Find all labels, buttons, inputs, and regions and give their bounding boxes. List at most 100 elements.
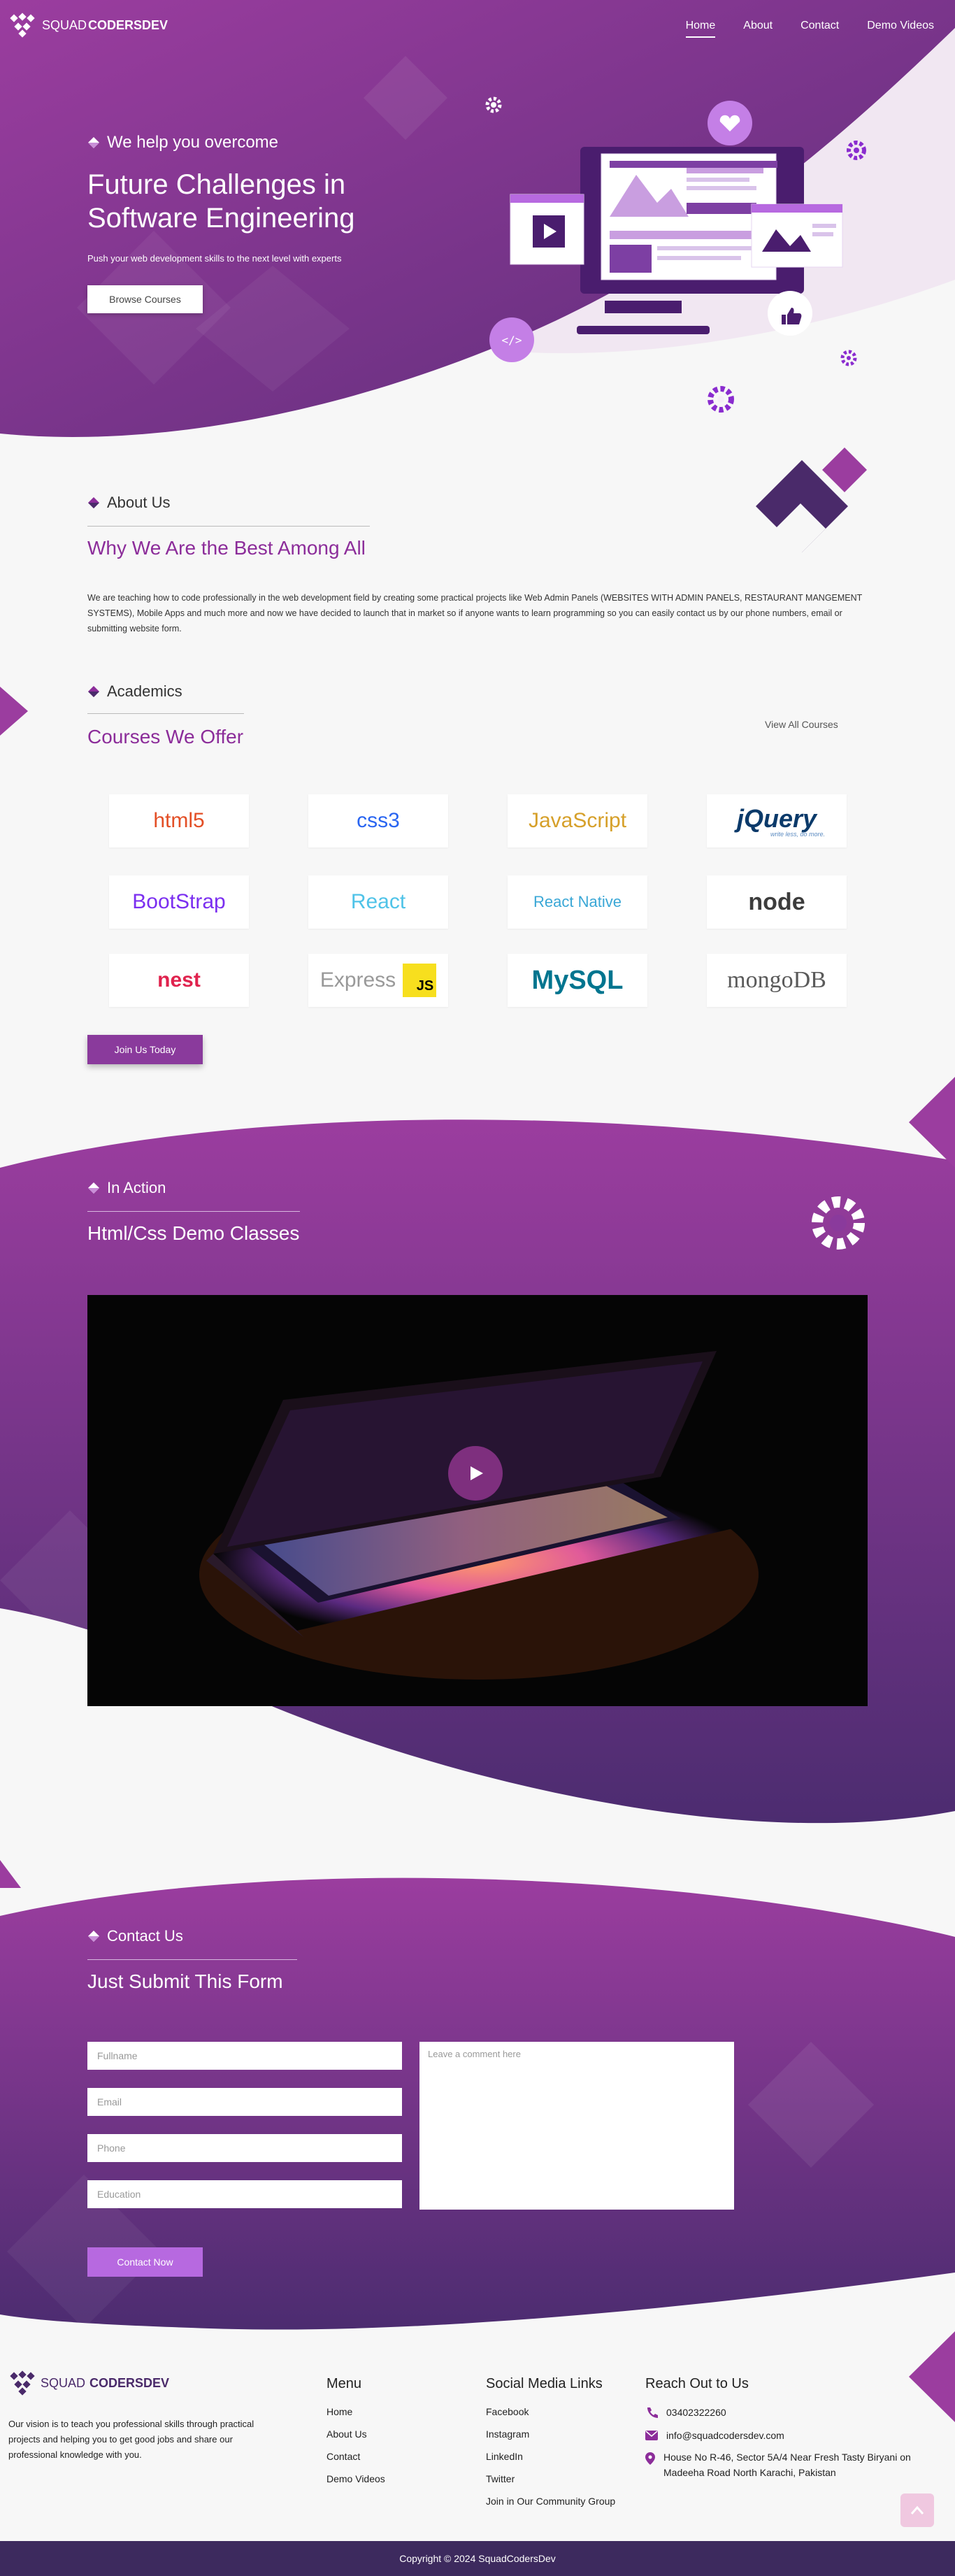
diamond-icon xyxy=(88,137,99,148)
contact-tag: Contact Us xyxy=(87,1927,183,1945)
about-heading: Why We Are the Best Among All xyxy=(87,537,366,559)
course-name: MySQL xyxy=(531,965,624,995)
location-pin-icon xyxy=(645,2452,655,2465)
nav-demo-videos[interactable]: Demo Videos xyxy=(867,20,934,38)
footer-link-contact[interactable]: Contact xyxy=(326,2451,385,2462)
footer-phone-text[interactable]: 03402322260 xyxy=(666,2407,726,2418)
footer-brand-bold: CODERSDEV xyxy=(89,2375,170,2390)
footer-address: House No R-46, Sector 5A/4 Near Fresh Ta… xyxy=(645,2452,925,2480)
course-name: nest xyxy=(157,968,201,992)
footer-email: info@squadcodersdev.com xyxy=(645,2430,925,2441)
contact-now-button[interactable]: Contact Now xyxy=(87,2247,203,2277)
course-name: node xyxy=(748,888,805,915)
about-decoration xyxy=(756,448,867,554)
action-heading: Html/Css Demo Classes xyxy=(87,1222,300,1244)
phone-input[interactable]: Phone xyxy=(87,2134,402,2162)
video-thumbnail xyxy=(199,1351,759,1680)
course-card[interactable]: React xyxy=(308,875,448,929)
course-card[interactable]: React Native xyxy=(508,875,647,929)
course-name: mongoDB xyxy=(727,967,826,993)
js-badge: JS xyxy=(403,964,437,997)
browse-courses-button[interactable]: Browse Courses xyxy=(87,285,203,313)
gear-icon xyxy=(847,141,866,160)
brand-name-bold: CODERSDEV xyxy=(88,17,168,32)
contact-tag-text: Contact Us xyxy=(107,1927,183,1945)
course-card[interactable]: jQuery write less, do more. xyxy=(707,794,847,847)
fullname-input[interactable]: Fullname xyxy=(87,2042,402,2070)
hero-title-line2: Software Engineering xyxy=(87,203,355,234)
education-input[interactable]: Education xyxy=(87,2180,402,2208)
contact-heading: Just Submit This Form xyxy=(87,1970,283,1992)
about-body: We are teaching how to code professional… xyxy=(87,593,863,634)
gear-icon xyxy=(812,1196,865,1250)
email-input[interactable]: Email xyxy=(87,2088,402,2116)
footer-social-title: Social Media Links xyxy=(486,2376,603,2391)
footer-link-twitter[interactable]: Twitter xyxy=(486,2473,615,2484)
join-us-button[interactable]: Join Us Today xyxy=(87,1035,203,1064)
divider xyxy=(87,1211,300,1212)
gear-icon xyxy=(708,386,734,413)
footer-link-demo-videos[interactable]: Demo Videos xyxy=(326,2473,385,2484)
demo-video[interactable] xyxy=(87,1295,868,1706)
course-card[interactable]: nest xyxy=(109,954,249,1007)
course-name: React xyxy=(350,890,406,913)
main-nav: Home About Contact Demo Videos xyxy=(685,20,934,38)
divider xyxy=(87,1959,297,1960)
footer-link-about[interactable]: About Us xyxy=(326,2428,385,2440)
course-card[interactable]: mongoDB xyxy=(707,954,847,1007)
gear-icon xyxy=(485,96,502,113)
nav-home[interactable]: Home xyxy=(685,20,716,38)
footer-link-home[interactable]: Home xyxy=(326,2406,385,2417)
copyright-bar: Copyright © 2024 SquadCodersDev xyxy=(0,2541,955,2576)
footer-link-instagram[interactable]: Instagram xyxy=(486,2428,615,2440)
brand-name-light: SQUAD xyxy=(42,17,87,32)
footer-social: Social Media Links Facebook Instagram Li… xyxy=(486,2376,615,2518)
diamond-icon xyxy=(88,1182,99,1194)
hero-tagline: We help you overcome xyxy=(87,133,278,152)
footer-phone: 03402322260 xyxy=(645,2406,925,2419)
course-name: css3 xyxy=(357,809,400,832)
hero-illustration: </> xyxy=(489,101,843,362)
scroll-top-button[interactable] xyxy=(900,2493,934,2527)
course-name: React Native xyxy=(533,893,622,910)
code-badge: </> xyxy=(502,334,522,347)
brand-logo[interactable]: SQUAD CODERSDEV xyxy=(8,13,168,38)
footer-link-linkedin[interactable]: LinkedIn xyxy=(486,2451,615,2462)
diamond-icon xyxy=(88,686,99,697)
gear-icon xyxy=(840,350,857,366)
footer-logo[interactable]: SQUAD CODERSDEV xyxy=(8,2370,169,2396)
comment-textarea[interactable]: Leave a comment here xyxy=(419,2042,734,2210)
footer-link-facebook[interactable]: Facebook xyxy=(486,2406,615,2417)
mail-icon xyxy=(645,2431,658,2440)
course-card[interactable]: Express JS xyxy=(308,954,448,1007)
copyright-text: Copyright © 2024 SquadCodersDev xyxy=(399,2553,556,2564)
academics-tag-text: Academics xyxy=(107,682,182,700)
course-card[interactable]: BootStrap xyxy=(109,875,249,929)
hero-section: SQUAD CODERSDEV Home About Contact Demo V… xyxy=(0,0,955,448)
nav-about[interactable]: About xyxy=(743,20,773,38)
hero-title-line1: Future Challenges in xyxy=(87,169,346,200)
divider xyxy=(87,713,244,714)
diamond-icon xyxy=(88,1931,99,1942)
hero-title: Future Challenges in Software Engineerin… xyxy=(87,168,354,235)
play-icon xyxy=(471,1466,483,1480)
about-tag: About Us xyxy=(87,494,171,512)
course-card[interactable]: node xyxy=(707,875,847,929)
hero-subtitle: Push your web development skills to the … xyxy=(87,253,342,264)
course-card[interactable]: html5 xyxy=(109,794,249,847)
course-card[interactable]: JavaScript xyxy=(508,794,647,847)
nav-contact[interactable]: Contact xyxy=(800,20,839,38)
divider xyxy=(87,526,370,527)
footer-email-text[interactable]: info@squadcodersdev.com xyxy=(666,2430,784,2441)
footer-brand-light: SQUAD xyxy=(41,2375,86,2390)
course-card[interactable]: MySQL xyxy=(508,954,647,1007)
footer-reach-title: Reach Out to Us xyxy=(645,2376,749,2391)
action-tag-text: In Action xyxy=(107,1179,166,1196)
diamond-icon xyxy=(88,497,99,508)
view-all-courses-link[interactable]: View All Courses xyxy=(765,719,838,730)
play-button[interactable] xyxy=(448,1446,503,1501)
chevron-up-icon xyxy=(910,2505,924,2514)
logo-icon xyxy=(10,2370,35,2396)
footer-link-community-group[interactable]: Join in Our Community Group xyxy=(486,2496,615,2507)
course-card[interactable]: css3 xyxy=(308,794,448,847)
